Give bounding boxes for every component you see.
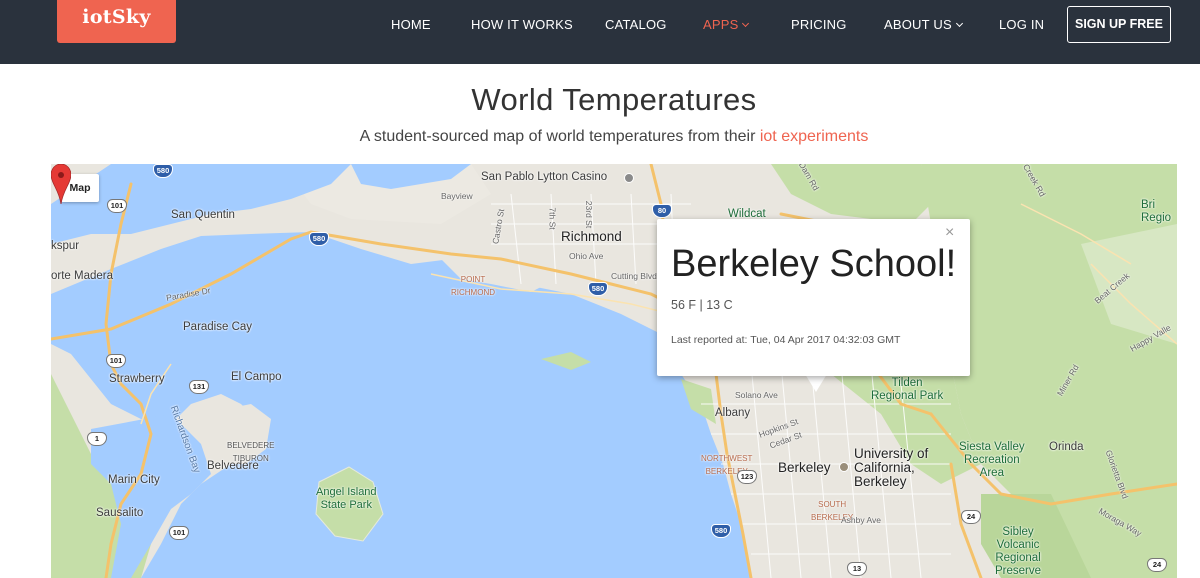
map-label-san-quentin: San Quentin (171, 209, 235, 221)
map-label-paradise-cay: Paradise Cay (183, 321, 253, 333)
road-label-7th-st: 7th St (547, 207, 558, 230)
nav-apps[interactable]: APPS (703, 17, 750, 32)
info-window-reported: Last reported at: Tue, 04 Apr 2017 04:32… (671, 334, 901, 346)
map-label-belvedere: Belvedere (207, 460, 259, 472)
route-24-shield: 24 (961, 510, 981, 524)
university-poi-icon (839, 462, 849, 472)
nav-pricing-label: PRICING (791, 17, 847, 32)
nav-log-in[interactable]: LOG IN (999, 18, 1044, 32)
nav-log-in-label: LOG IN (999, 17, 1045, 32)
route-101-shield: 101 (169, 526, 189, 540)
iot-experiments-link[interactable]: iot experiments (760, 128, 869, 145)
nav-how-it-works-label: HOW IT WORKS (471, 17, 573, 32)
map-label-berkeley: Berkeley (778, 460, 831, 475)
nav-catalog-label: CATALOG (605, 17, 667, 32)
map-pin-icon[interactable] (51, 164, 71, 204)
route-24-shield: 24 (1147, 558, 1167, 572)
casino-poi-icon (624, 173, 634, 183)
map-label-sibley: Sibley Volcanic Regional Preserve (995, 526, 1042, 577)
map-label-sausalito: Sausalito (96, 507, 144, 519)
map-label-el-campo: El Campo (231, 371, 282, 383)
close-icon[interactable]: × (945, 225, 954, 241)
map-label-kspur: kspur (51, 240, 80, 252)
info-window-temperature: 56 F | 13 C (671, 298, 733, 312)
page-subtitle-text: A student-sourced map of world temperatu… (359, 128, 756, 145)
route-101-shield: 101 (106, 354, 126, 368)
nav-pricing[interactable]: PRICING (791, 18, 847, 32)
map-label-bri-region: Bri Regio (1141, 199, 1172, 224)
nav-apps-label: APPS (703, 17, 739, 32)
world-temperature-map[interactable]: San Pablo Lytton Casino Richmond San Que… (51, 164, 1177, 578)
nav-how-it-works[interactable]: HOW IT WORKS (471, 18, 573, 32)
map-label-richmond: Richmond (561, 229, 622, 244)
route-13-shield: 13 (847, 562, 867, 576)
map-label-siesta-valley: Siesta Valley Recreation Area (959, 441, 1025, 479)
road-label-solano-ave: Solano Ave (735, 390, 778, 400)
map-label-uc-berkeley: University of California, Berkeley (854, 446, 929, 489)
chevron-down-icon (955, 19, 963, 28)
map-label-point-richmond: POINT RICHMOND (451, 275, 495, 297)
nav-home-label: HOME (391, 17, 431, 32)
road-label-23rd-st: 23rd St (584, 200, 595, 229)
route-131-shield: 131 (189, 380, 209, 394)
map-label-strawberry: Strawberry (109, 373, 165, 385)
nav-home[interactable]: HOME (391, 18, 431, 32)
map-label-orinda: Orinda (1049, 441, 1084, 453)
map-label-orte-madera: orte Madera (51, 270, 114, 282)
map-label-angel-island: Angel Island State Park (316, 486, 377, 511)
nav-about-us[interactable]: ABOUT US (884, 17, 963, 32)
info-window-tail (805, 374, 827, 392)
road-label-bayview: Bayview (441, 191, 473, 201)
road-label-ohio-ave: Ohio Ave (569, 251, 604, 261)
map-label-marin-city: Marin City (108, 474, 160, 486)
map-label-albany: Albany (715, 407, 751, 419)
top-navbar: iotSky HOME HOW IT WORKS CATALOG APPS PR… (0, 0, 1200, 64)
sign-up-button[interactable]: SIGN UP FREE (1067, 6, 1171, 43)
page-subtitle: A student-sourced map of world temperatu… (0, 128, 1200, 146)
info-window-title: Berkeley School! (671, 243, 957, 285)
map-label-tilden: Tilden Regional Park (871, 377, 944, 402)
road-label-ashby-ave: Ashby Ave (841, 515, 882, 525)
route-1-shield: 1 (87, 432, 107, 446)
logo[interactable]: iotSky (57, 0, 176, 43)
map-label-casino: San Pablo Lytton Casino (481, 171, 608, 183)
nav-about-us-label: ABOUT US (884, 17, 952, 32)
map-canvas[interactable] (51, 164, 1177, 578)
chevron-down-icon (742, 19, 750, 28)
nav-catalog[interactable]: CATALOG (605, 18, 667, 32)
page-title: World Temperatures (471, 82, 757, 117)
road-label-cutting-blvd: Cutting Blvd (611, 271, 657, 281)
route-101-shield: 101 (107, 199, 127, 213)
route-123-shield: 123 (737, 470, 757, 484)
